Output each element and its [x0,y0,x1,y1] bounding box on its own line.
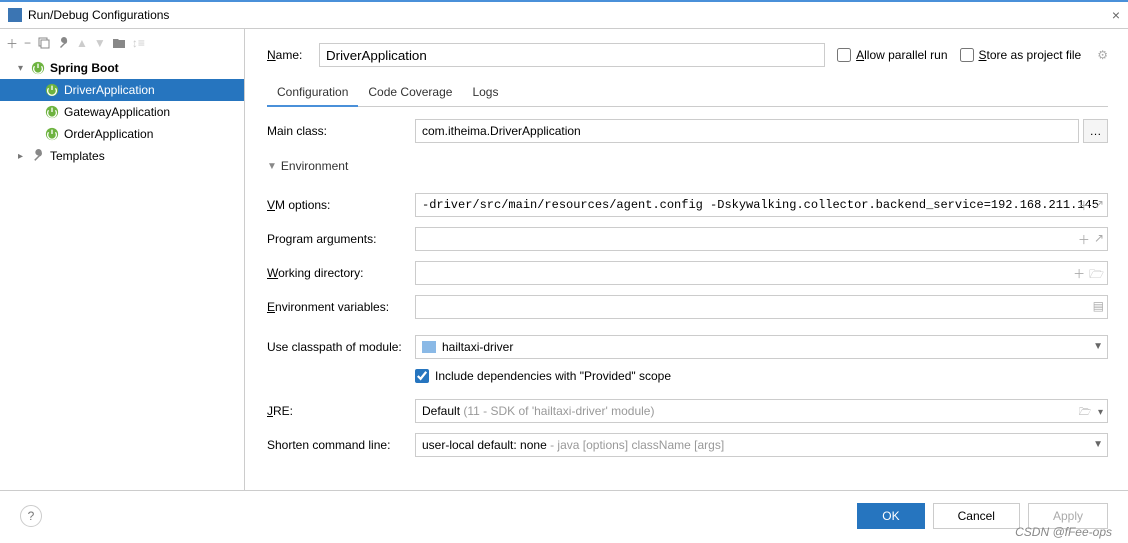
chevron-down-icon: ▼ [1093,341,1103,352]
name-input[interactable] [319,43,825,67]
tree-group-springboot[interactable]: ▾ Spring Boot [0,57,244,79]
env-vars-label: Environment variables: [267,300,407,314]
vm-options-label: VM options: [267,198,407,212]
springboot-icon [30,60,46,76]
allow-parallel-checkbox[interactable] [837,48,851,62]
close-icon[interactable]: × [1112,7,1120,23]
sort-icon[interactable]: ↕≡ [132,36,145,50]
config-tree: ▾ Spring Boot DriverApplication GatewayA… [0,57,244,490]
jre-value: Default (11 - SDK of 'hailtaxi-driver' m… [422,404,654,418]
allow-parallel-label: Allow parallel run [856,48,947,62]
app-icon [8,8,22,22]
vm-options-input[interactable] [415,193,1108,217]
plus-icon[interactable]: ＋ [1078,197,1090,214]
tab-code-coverage[interactable]: Code Coverage [358,79,462,106]
tree-item-driver[interactable]: DriverApplication [0,79,244,101]
env-section-label: Environment [281,159,348,173]
program-args-label: Program arguments: [267,232,407,246]
main-class-input[interactable] [415,119,1079,143]
chevron-down-icon: 🗁 ▾ [1079,405,1103,422]
chevron-down-icon: ▼ [267,161,277,172]
chevron-down-icon[interactable]: ▾ [18,63,30,74]
browse-class-button[interactable]: … [1083,119,1108,143]
remove-icon[interactable]: − [24,36,31,50]
springboot-icon [44,82,60,98]
tree-label: Spring Boot [50,61,119,75]
module-icon [422,341,436,353]
tree-label: DriverApplication [64,83,155,97]
env-vars-input[interactable] [415,295,1108,319]
content-panel: Name: Allow parallel run Store as projec… [245,29,1128,490]
include-provided-label: Include dependencies with "Provided" sco… [435,369,671,383]
name-label: Name: [267,48,307,62]
tab-logs[interactable]: Logs [462,79,508,106]
tree-item-gateway[interactable]: GatewayApplication [0,101,244,123]
add-icon[interactable]: ＋ [6,35,18,52]
classpath-value: hailtaxi-driver [442,340,513,354]
tree-label: OrderApplication [64,127,153,141]
cancel-button[interactable]: Cancel [933,503,1020,529]
wrench-icon [30,148,46,164]
ok-button[interactable]: OK [857,503,924,529]
wrench-icon[interactable] [57,37,70,50]
help-button[interactable]: ? [20,505,42,527]
springboot-icon [44,104,60,120]
footer: ? OK Cancel Apply [0,490,1128,540]
tree-label: GatewayApplication [64,105,170,119]
working-dir-input[interactable] [415,261,1108,285]
program-args-input[interactable] [415,227,1108,251]
springboot-icon [44,126,60,142]
tabs: Configuration Code Coverage Logs [267,79,1108,107]
folder-icon[interactable]: 🗁 [1089,265,1104,286]
shorten-dropdown[interactable]: user-local default: none - java [options… [415,433,1108,457]
gear-icon[interactable]: ⚙ [1097,48,1108,62]
classpath-label: Use classpath of module: [267,340,407,354]
up-icon[interactable]: ▲ [76,36,88,50]
store-project-label: Store as project file [979,48,1082,62]
copy-icon[interactable] [37,36,51,50]
store-project-checkbox[interactable] [960,48,974,62]
environment-toggle[interactable]: ▼ Environment [267,159,1108,173]
tree-item-order[interactable]: OrderApplication [0,123,244,145]
watermark: CSDN @fFee-ops [1015,525,1112,539]
plus-icon[interactable]: ＋ [1073,265,1085,286]
tree-group-templates[interactable]: ▸ Templates [0,145,244,167]
shorten-label: Shorten command line: [267,438,407,452]
include-provided-checkbox[interactable] [415,369,429,383]
chevron-right-icon[interactable]: ▸ [18,151,30,162]
jre-label: JRE: [267,404,407,418]
shorten-value: user-local default: none - java [options… [422,438,724,452]
sidebar: ＋ − ▲ ▼ ↕≡ ▾ Spring Boot DriverApplicati… [0,29,245,490]
classpath-dropdown[interactable]: hailtaxi-driver ▼ [415,335,1108,359]
expand-icon[interactable]: ↗ [1094,197,1104,214]
chevron-down-icon: ▼ [1093,439,1103,450]
plus-icon[interactable]: ＋ [1078,231,1090,248]
working-dir-label: Working directory: [267,266,407,280]
jre-dropdown[interactable]: Default (11 - SDK of 'hailtaxi-driver' m… [415,399,1108,423]
tab-configuration[interactable]: Configuration [267,79,358,107]
sidebar-toolbar: ＋ − ▲ ▼ ↕≡ [0,29,244,57]
down-icon[interactable]: ▼ [94,36,106,50]
titlebar: Run/Debug Configurations × [0,2,1128,28]
list-icon[interactable]: ▤ [1093,299,1104,313]
tree-label: Templates [50,149,105,163]
main-class-label: Main class: [267,124,407,138]
folder-icon[interactable] [112,37,126,49]
expand-icon[interactable]: ↗ [1094,231,1104,248]
window-title: Run/Debug Configurations [28,8,1112,22]
